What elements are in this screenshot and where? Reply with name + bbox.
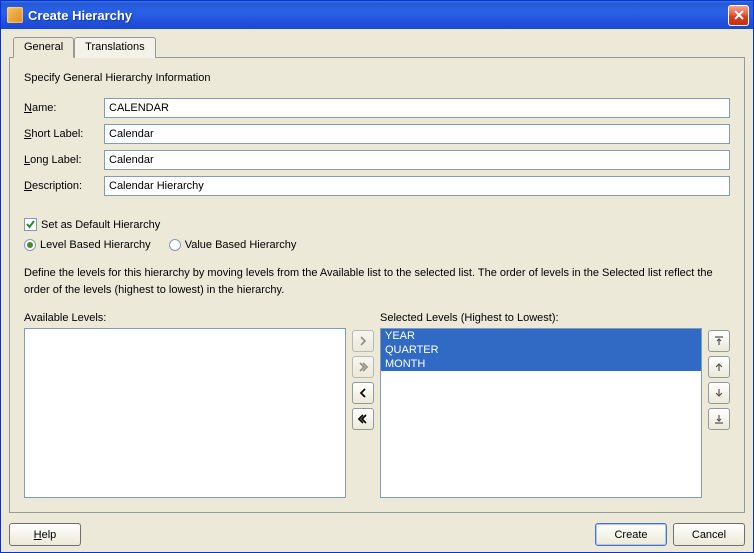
move-right-button[interactable] [352, 330, 374, 352]
selected-column: Selected Levels (Highest to Lowest): YEA… [380, 312, 702, 498]
tab-strip: General Translations [9, 37, 745, 58]
help-button[interactable]: Help [9, 523, 81, 546]
move-top-icon [713, 335, 725, 347]
selected-listbox[interactable]: YEAR QUARTER MONTH [380, 328, 702, 498]
move-bottom-button[interactable] [708, 408, 730, 430]
description-field[interactable] [104, 176, 730, 196]
hierarchy-type-row: Level Based Hierarchy Value Based Hierar… [24, 239, 730, 251]
label-long: Long Label: [24, 154, 104, 166]
selected-label: Selected Levels (Highest to Lowest): [380, 312, 702, 324]
dialog-window: Create Hierarchy General Translations Sp… [0, 0, 754, 553]
list-item[interactable]: MONTH [381, 357, 701, 371]
move-top-button[interactable] [708, 330, 730, 352]
move-bottom-icon [713, 413, 725, 425]
row-description: Description: [24, 176, 730, 196]
shuttle-buttons [352, 312, 374, 498]
list-item[interactable]: YEAR [381, 329, 701, 343]
section-title: Specify General Hierarchy Information [24, 72, 730, 84]
move-all-right-button[interactable] [352, 356, 374, 378]
instruction-text: Define the levels for this hierarchy by … [24, 265, 730, 298]
move-all-left-button[interactable] [352, 408, 374, 430]
titlebar: Create Hierarchy [1, 1, 753, 29]
create-button[interactable]: Create [595, 523, 667, 546]
row-name: Name: [24, 98, 730, 118]
available-listbox[interactable] [24, 328, 346, 498]
window-title: Create Hierarchy [28, 8, 728, 23]
chevron-right-icon [357, 335, 369, 347]
move-left-button[interactable] [352, 382, 374, 404]
tab-general[interactable]: General [13, 37, 74, 58]
radio-value-based-label: Value Based Hierarchy [185, 239, 297, 251]
radio-level-based[interactable]: Level Based Hierarchy [24, 239, 151, 251]
move-down-icon [713, 387, 725, 399]
short-label-field[interactable] [104, 124, 730, 144]
radio-level-based-circle [24, 239, 36, 251]
label-name: Name: [24, 102, 104, 114]
right-buttons: Create Cancel [595, 523, 745, 546]
available-label: Available Levels: [24, 312, 346, 324]
default-hierarchy-label: Set as Default Hierarchy [41, 219, 160, 231]
move-up-button[interactable] [708, 356, 730, 378]
row-short-label: Short Label: [24, 124, 730, 144]
close-icon [734, 10, 744, 20]
radio-level-based-label: Level Based Hierarchy [40, 239, 151, 251]
radio-value-based[interactable]: Value Based Hierarchy [169, 239, 297, 251]
content-area: General Translations Specify General Hie… [1, 29, 753, 552]
row-long-label: Long Label: [24, 150, 730, 170]
move-up-icon [713, 361, 725, 373]
list-item[interactable]: QUARTER [381, 343, 701, 357]
bottom-bar: Help Create Cancel [9, 513, 745, 546]
label-short: Short Label: [24, 128, 104, 140]
name-field[interactable] [104, 98, 730, 118]
tab-translations[interactable]: Translations [74, 37, 156, 58]
double-chevron-left-icon [357, 413, 369, 425]
chevron-left-icon [357, 387, 369, 399]
move-down-button[interactable] [708, 382, 730, 404]
check-icon [25, 219, 36, 230]
default-hierarchy-row[interactable]: Set as Default Hierarchy [24, 218, 730, 231]
panel-general: Specify General Hierarchy Information Na… [9, 57, 745, 513]
app-icon [7, 7, 23, 23]
default-hierarchy-checkbox[interactable] [24, 218, 37, 231]
label-description: Description: [24, 180, 104, 192]
lists-area: Available Levels: [24, 312, 730, 498]
double-chevron-right-icon [357, 361, 369, 373]
available-column: Available Levels: [24, 312, 346, 498]
reorder-buttons [708, 312, 730, 498]
close-button[interactable] [728, 5, 749, 26]
radio-value-based-circle [169, 239, 181, 251]
long-label-field[interactable] [104, 150, 730, 170]
cancel-button[interactable]: Cancel [673, 523, 745, 546]
